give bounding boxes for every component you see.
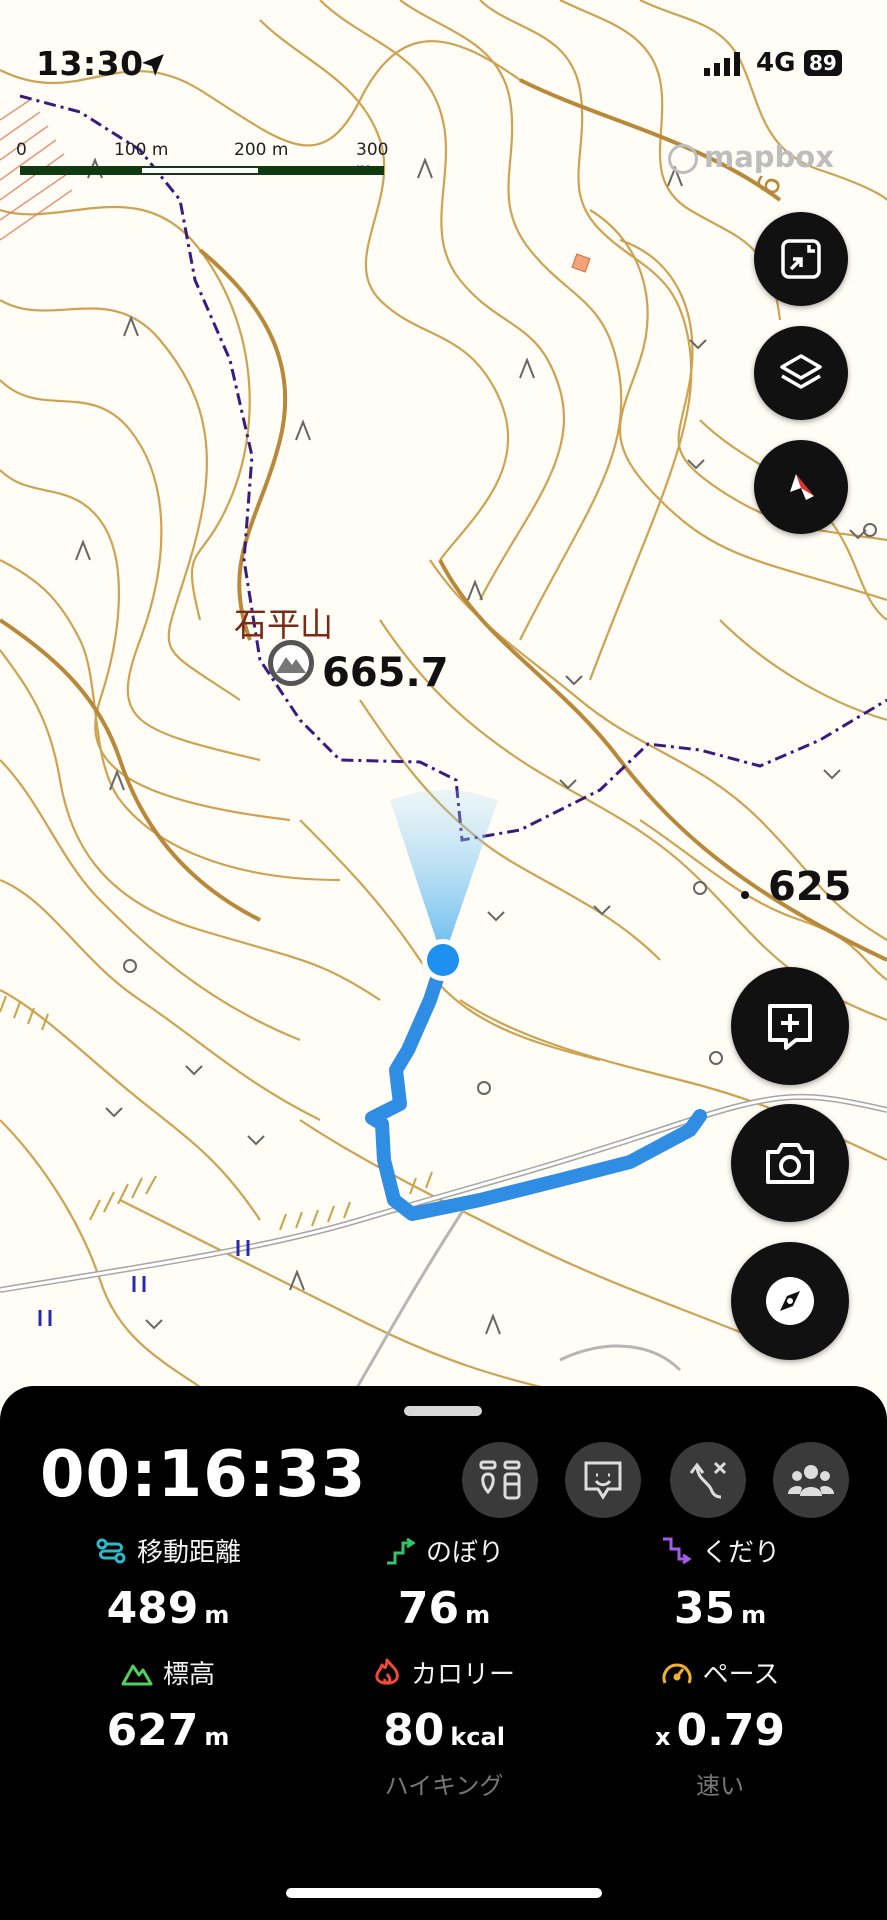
stat-elevation: 標高 627 m	[20, 1654, 316, 1756]
camera-button[interactable]	[731, 1104, 849, 1222]
spot-height-dot	[741, 891, 749, 899]
stat-pace: ペース x 0.79 速い	[572, 1654, 868, 1801]
stat-calories: カロリー 80 kcal ハイキング	[296, 1654, 592, 1801]
battery-level: 89	[804, 50, 842, 76]
stat-label: 移動距離	[136, 1538, 241, 1568]
panel-grabber[interactable]	[404, 1406, 482, 1416]
stat-value: 627	[106, 1705, 199, 1756]
camera-icon	[766, 1143, 814, 1184]
home-indicator	[286, 1888, 602, 1898]
stat-value: 80	[383, 1705, 445, 1756]
pace-rating: 速い	[696, 1772, 744, 1800]
mountain-peak-icon	[268, 640, 314, 686]
stat-label: カロリー	[410, 1660, 515, 1690]
status-bar: 13:30 4G 89	[0, 0, 887, 120]
stat-unit: m	[741, 1601, 767, 1629]
stat-label: くだり	[701, 1538, 780, 1568]
location-arrow-icon	[140, 52, 166, 82]
stat-label: 標高	[162, 1660, 215, 1690]
status-time: 13:30	[36, 44, 144, 83]
stat-unit: m	[204, 1723, 230, 1751]
navigate-icon	[766, 1277, 814, 1325]
navigate-button[interactable]	[731, 1242, 849, 1360]
network-type: 4G	[756, 48, 796, 78]
map-layers-button[interactable]	[754, 326, 848, 420]
face-button[interactable]	[565, 1442, 641, 1518]
stat-value: 489	[106, 1583, 199, 1634]
stat-label: のぼり	[425, 1538, 504, 1568]
face-icon	[584, 1461, 622, 1500]
peak-elevation: 665.7	[322, 650, 449, 696]
stat-prefix: x	[654, 1723, 671, 1751]
descent-icon	[662, 1537, 692, 1564]
scale-segment	[140, 166, 260, 175]
layers-icon	[780, 354, 822, 389]
pace-icon	[662, 1663, 692, 1684]
stat-unit: kcal	[450, 1723, 505, 1751]
route-icon	[689, 1461, 727, 1499]
group-icon	[788, 1465, 834, 1496]
calorie-icon	[375, 1658, 399, 1685]
distance-icon	[96, 1538, 126, 1563]
mapbox-logo-icon	[668, 144, 698, 174]
add-note-icon	[768, 1004, 812, 1050]
scale-label: 100 m	[114, 140, 169, 160]
exit-fullscreen-icon	[781, 239, 821, 279]
stat-value: 35	[673, 1583, 736, 1634]
mapbox-text: mapbox	[704, 140, 834, 174]
spot-elevation: 625	[768, 864, 852, 910]
compass-heading-button[interactable]	[754, 440, 848, 534]
map-scale-bar: 0 100 m 200 m 300 m	[16, 140, 396, 200]
stat-value: 76	[397, 1583, 460, 1634]
add-note-button[interactable]	[731, 967, 849, 1085]
exit-fullscreen-button[interactable]	[754, 212, 848, 306]
compass-heading-icon	[790, 474, 814, 500]
group-button[interactable]	[773, 1442, 849, 1518]
activity-panel: 00:16:33 移動距離 489 m のぼり 76 m くだり 35 m 標高 62…	[0, 1386, 887, 1920]
stat-distance: 移動距離 489 m	[20, 1532, 316, 1634]
stat-descent: くだり 35 m	[572, 1532, 868, 1634]
elapsed-time: 00:16:33	[40, 1438, 367, 1512]
stat-value: 0.79	[676, 1705, 786, 1756]
stat-label: ペース	[702, 1660, 780, 1690]
scale-segment	[20, 166, 140, 175]
mapbox-logo[interactable]: mapbox	[668, 140, 834, 174]
activity-type: ハイキング	[384, 1772, 504, 1800]
route-button[interactable]	[670, 1442, 746, 1518]
peak-name: 石平山	[234, 605, 333, 644]
scale-label: 0	[16, 140, 27, 160]
stat-unit: m	[465, 1601, 491, 1629]
elevation-icon	[121, 1664, 153, 1685]
checkpoint-icon	[479, 1460, 521, 1500]
checkpoint-button[interactable]	[462, 1442, 538, 1518]
signal-icon	[704, 52, 744, 80]
stat-ascent: のぼり 76 m	[296, 1532, 592, 1634]
scale-segment	[260, 166, 384, 175]
ascent-icon	[386, 1537, 416, 1564]
stat-unit: m	[204, 1601, 230, 1629]
scale-label: 200 m	[234, 140, 289, 160]
